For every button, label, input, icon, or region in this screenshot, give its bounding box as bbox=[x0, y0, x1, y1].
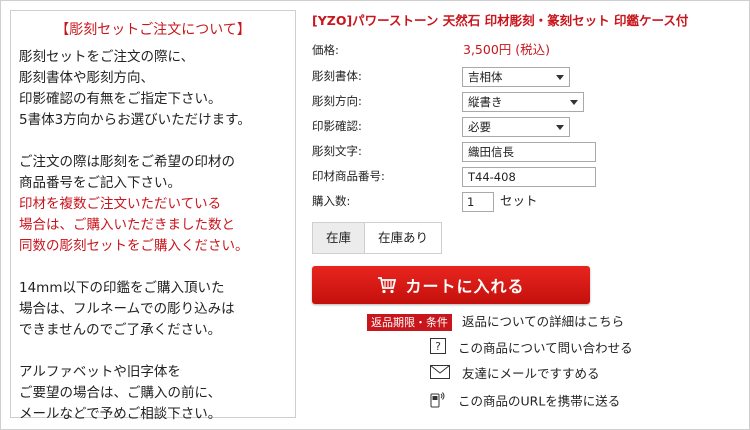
product-panel: [YZO]パワーストーン 天然石 印材彫刻・篆刻セット 印鑑ケース付 価格: 3… bbox=[312, 10, 742, 409]
item-number-label: 印材商品番号: bbox=[312, 169, 385, 183]
font-label: 彫刻書体: bbox=[312, 69, 362, 83]
mobile-link-row[interactable]: この商品のURLを携帯に送る bbox=[430, 390, 620, 410]
quantity-unit: セット bbox=[500, 193, 538, 208]
cart-icon bbox=[378, 277, 397, 294]
svg-text:?: ? bbox=[435, 340, 441, 353]
item-number-input[interactable]: T44-408 bbox=[462, 167, 596, 187]
notice-spacer bbox=[19, 131, 287, 152]
notice-line-warning: 同数の彫刻セットをご購入ください。 bbox=[19, 238, 249, 254]
proof-select[interactable]: 必要 bbox=[462, 117, 570, 137]
engrave-text-label: 彫刻文字: bbox=[312, 144, 362, 158]
mail-link[interactable]: 友達にメールですすめる bbox=[462, 366, 600, 381]
quantity-label: 購入数: bbox=[312, 194, 351, 208]
stock-status: 在庫 在庫あり bbox=[312, 222, 443, 254]
price-label: 価格: bbox=[312, 43, 339, 57]
engraving-notice-box: 【彫刻セットご注文について】 彫刻セットをご注文の際に、 彫刻書体や彫刻方向、 … bbox=[10, 10, 296, 422]
notice-line-warning: 印材を複数ご注文いただいている bbox=[19, 196, 222, 212]
add-to-cart-button[interactable]: カートに入れる bbox=[312, 266, 590, 304]
inquiry-link[interactable]: この商品について問い合わせる bbox=[458, 341, 633, 356]
font-select[interactable]: 吉相体 bbox=[462, 67, 570, 87]
return-policy-link[interactable]: 返品についての詳細はこちら bbox=[462, 314, 624, 329]
product-title: [YZO]パワーストーン 天然石 印材彫刻・篆刻セット 印鑑ケース付 bbox=[312, 13, 689, 28]
chevron-down-icon bbox=[556, 125, 564, 130]
notice-line: ご要望の場合は、ご購入の前に、 bbox=[19, 385, 222, 401]
inquiry-link-row[interactable]: ? この商品について問い合わせる bbox=[430, 338, 633, 358]
notice-line: 彫刻書体や彫刻方向、 bbox=[19, 70, 154, 86]
notice-line: 彫刻セットをご注文の際に、 bbox=[19, 49, 195, 65]
direction-select-value: 縦書き bbox=[468, 95, 503, 109]
chevron-down-icon bbox=[570, 100, 578, 105]
font-select-value: 吉相体 bbox=[468, 70, 503, 84]
return-policy-link-row: 返品期限・条件 返品についての詳細はこちら bbox=[367, 312, 624, 332]
notice-spacer bbox=[19, 341, 287, 362]
notice-line: 商品番号をご記入下さい。 bbox=[19, 175, 181, 191]
stock-value: 在庫あり bbox=[378, 230, 429, 245]
direction-select[interactable]: 縦書き bbox=[462, 92, 584, 112]
mobile-link[interactable]: この商品のURLを携帯に送る bbox=[458, 394, 620, 409]
proof-label: 印影確認: bbox=[312, 119, 362, 133]
quantity-input[interactable]: 1 bbox=[462, 192, 494, 212]
mobile-phone-icon bbox=[430, 390, 446, 414]
notice-heading: 【彫刻セットご注文について】 bbox=[55, 22, 251, 38]
notice-line: できませんのでご了承ください。 bbox=[19, 322, 222, 338]
notice-line: 印影確認の有無をご指定下さい。 bbox=[19, 91, 222, 107]
engrave-text-input[interactable]: 織田信長 bbox=[462, 142, 596, 162]
stock-label: 在庫 bbox=[313, 223, 366, 253]
proof-select-value: 必要 bbox=[468, 120, 491, 134]
mail-link-row[interactable]: 友達にメールですすめる bbox=[430, 364, 600, 384]
notice-line: アルファベットや旧字体を bbox=[19, 364, 181, 380]
notice-line: 14mm以下の印鑑をご購入頂いた bbox=[19, 280, 225, 296]
question-icon: ? bbox=[430, 338, 446, 360]
chevron-down-icon bbox=[556, 75, 564, 80]
notice-line: ご注文の際は彫刻をご希望の印材の bbox=[19, 154, 235, 170]
direction-label: 彫刻方向: bbox=[312, 94, 362, 108]
add-to-cart-label: カートに入れる bbox=[405, 277, 525, 296]
notice-line: 場合は、フルネームでの彫り込みは bbox=[19, 301, 235, 317]
notice-line: メールなどで予めご相談下さい。 bbox=[19, 406, 222, 422]
notice-spacer bbox=[19, 257, 287, 278]
notice-line: 5書体3方向からお選びいただけます。 bbox=[19, 112, 251, 128]
return-policy-badge[interactable]: 返品期限・条件 bbox=[367, 314, 452, 331]
price-value: 3,500円 (税込) bbox=[463, 42, 551, 57]
envelope-icon bbox=[430, 364, 450, 385]
notice-line-warning: 場合は、ご購入いただきました数と bbox=[19, 217, 235, 233]
